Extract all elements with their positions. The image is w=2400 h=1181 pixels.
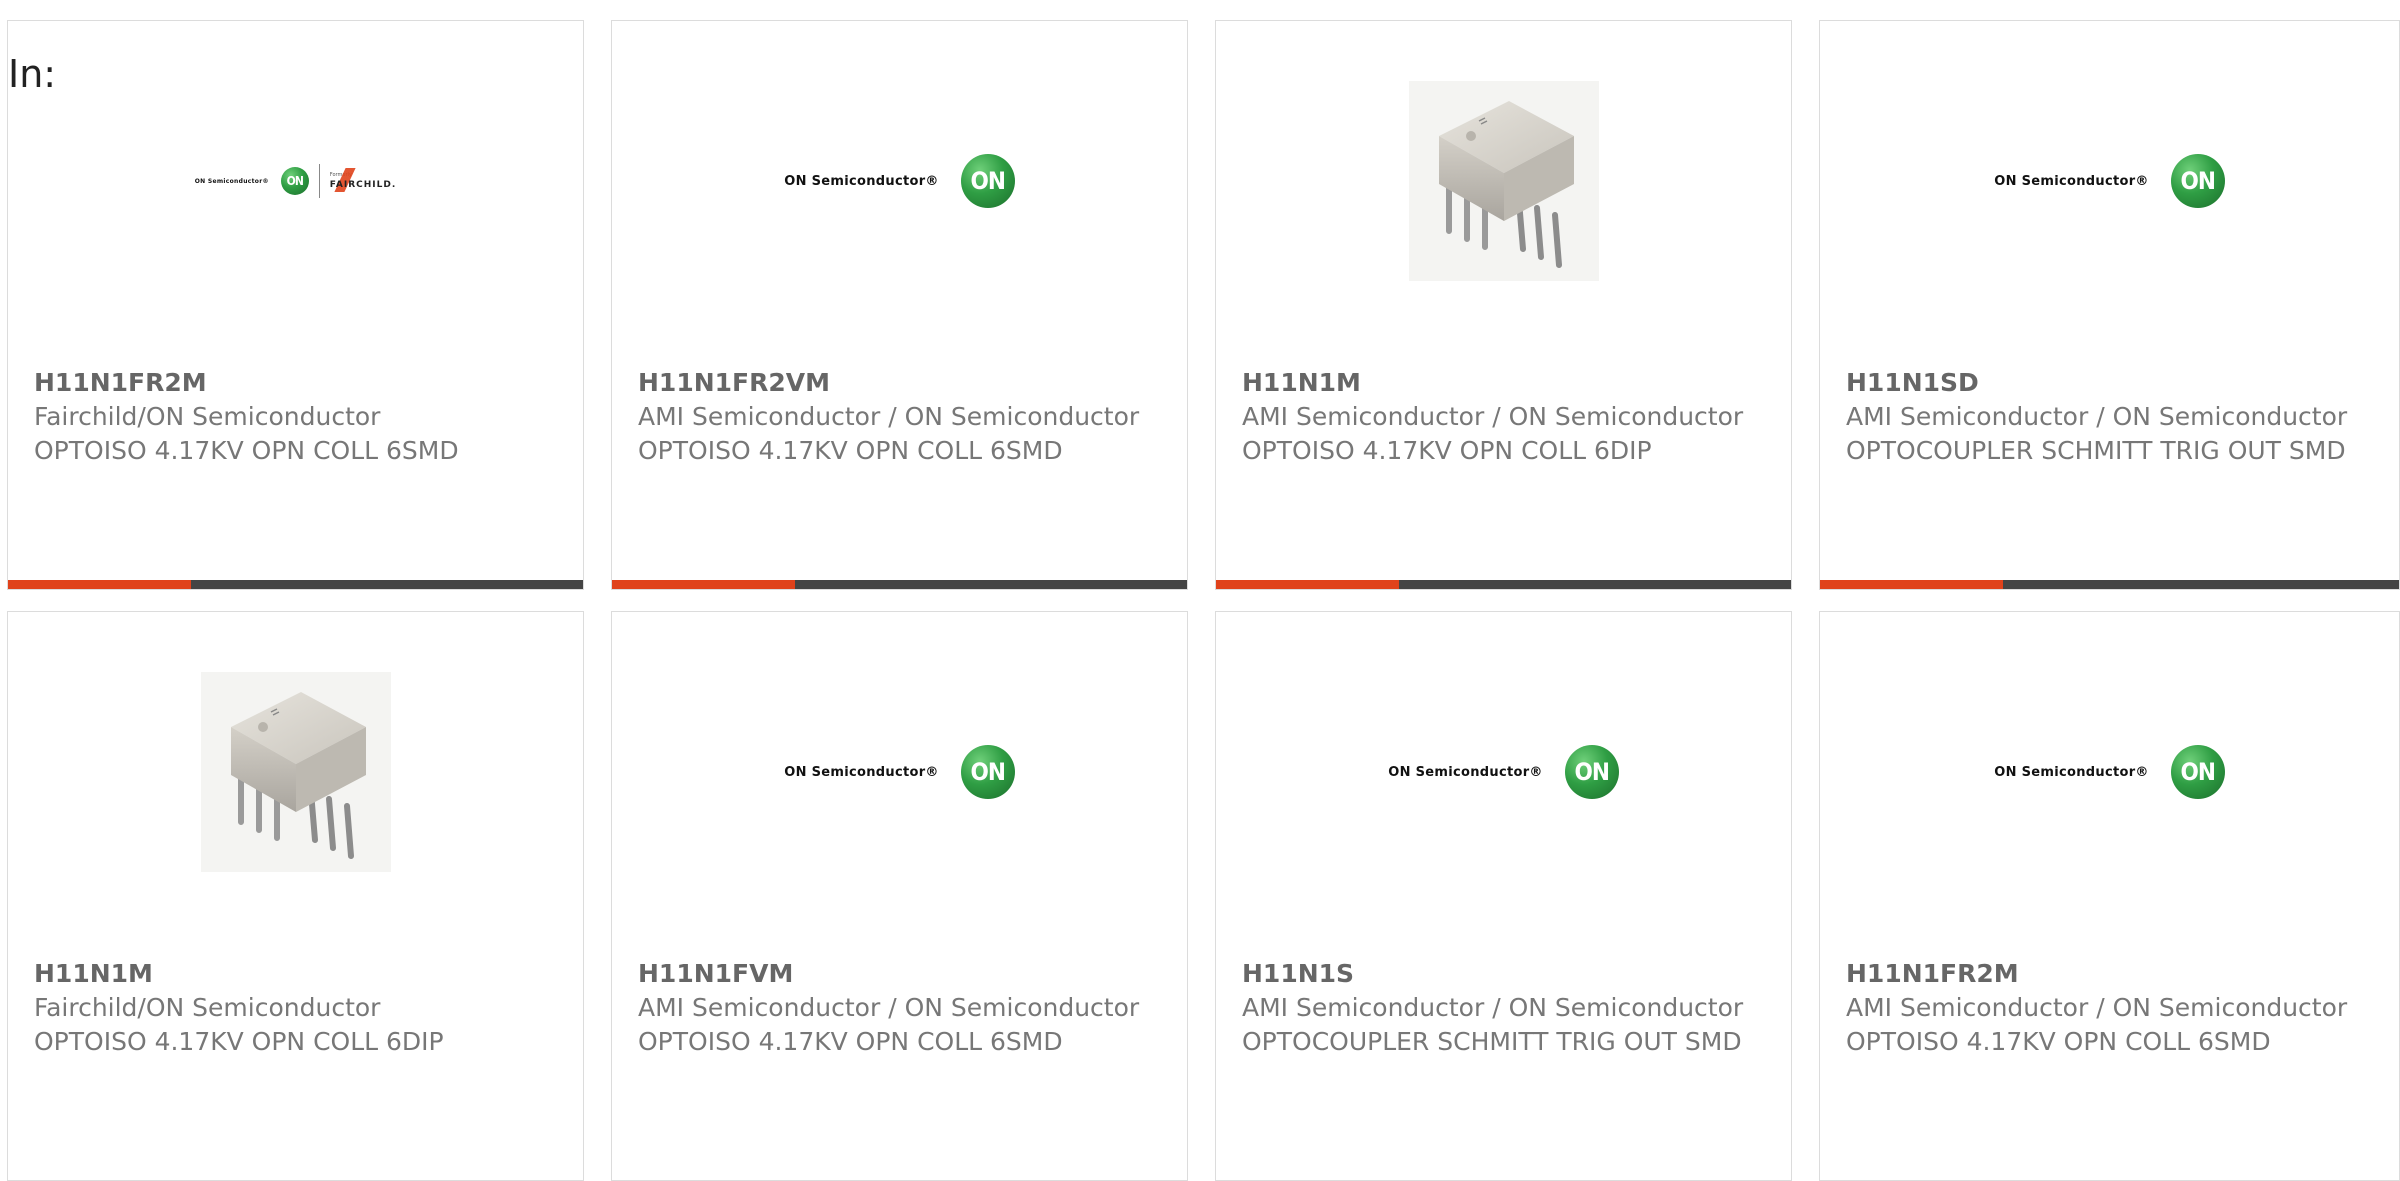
on-semiconductor-wordmark: ON Semiconductor® xyxy=(784,764,939,780)
fairchild-logo: FAIRCHILD. xyxy=(330,168,396,192)
on-badge-icon: ON xyxy=(960,154,1015,208)
on-semiconductor-wordmark: ON Semiconductor® xyxy=(194,177,269,185)
on-semiconductor-wordmark: ON Semiconductor® xyxy=(1388,764,1543,780)
product-image[interactable] xyxy=(8,672,583,872)
on-badge-icon: ON xyxy=(2170,745,2225,799)
description: OPTOISO 4.17KV OPN COLL 6SMD xyxy=(34,436,459,465)
product-card[interactable]: H11N1M Fairchild/ON Semiconductor OPTOIS… xyxy=(7,611,584,1181)
part-number[interactable]: H11N1M xyxy=(1242,366,1765,400)
manufacturer: Fairchild/ON Semiconductor xyxy=(34,402,381,431)
product-card[interactable]: ON Semiconductor® ON H11N1FR2M AMI Semic… xyxy=(1819,611,2400,1181)
on-semiconductor-logo: ON Semiconductor® ON xyxy=(784,154,1015,208)
part-number[interactable]: H11N1S xyxy=(1242,957,1765,991)
card-bottom-bar xyxy=(8,580,583,589)
product-image[interactable]: ON Semiconductor® ON Formerly FAIRCHILD. xyxy=(8,81,583,281)
product-image[interactable]: ON Semiconductor® ON xyxy=(612,81,1187,281)
on-badge-icon: ON xyxy=(960,745,1015,799)
on-semiconductor-wordmark: ON Semiconductor® xyxy=(1994,764,2149,780)
product-card[interactable]: ON Semiconductor® ON H11N1FVM AMI Semico… xyxy=(611,611,1188,1181)
product-card[interactable]: ON Semiconductor® ON Formerly FAIRCHILD.… xyxy=(7,20,584,590)
manufacturer: AMI Semiconductor / ON Semiconductor xyxy=(1242,402,1744,431)
part-number[interactable]: H11N1SD xyxy=(1846,366,2373,400)
dip6-package-photo xyxy=(200,672,391,872)
on-badge-icon: ON xyxy=(280,167,309,195)
on-badge-icon: ON xyxy=(1564,745,1619,799)
part-number[interactable]: H11N1FR2VM xyxy=(638,366,1161,400)
description: OPTOISO 4.17KV OPN COLL 6SMD xyxy=(638,1027,1063,1056)
description: OPTOISO 4.17KV OPN COLL 6DIP xyxy=(1242,436,1652,465)
product-image[interactable]: ON Semiconductor® ON xyxy=(612,672,1187,872)
product-card[interactable]: ON Semiconductor® ON H11N1SD AMI Semicon… xyxy=(1819,20,2400,590)
manufacturer: AMI Semiconductor / ON Semiconductor xyxy=(1846,402,2348,431)
manufacturer: AMI Semiconductor / ON Semiconductor xyxy=(638,402,1140,431)
dip6-package-photo xyxy=(1408,81,1599,281)
manufacturer: AMI Semiconductor / ON Semiconductor xyxy=(1846,993,2348,1022)
manufacturer: AMI Semiconductor / ON Semiconductor xyxy=(638,993,1140,1022)
on-semiconductor-wordmark: ON Semiconductor® xyxy=(784,173,939,189)
description: OPTOISO 4.17KV OPN COLL 6DIP xyxy=(34,1027,444,1056)
description: OPTOCOUPLER SCHMITT TRIG OUT SMD xyxy=(1846,436,2346,465)
on-semiconductor-wordmark: ON Semiconductor® xyxy=(1994,173,2149,189)
description: OPTOCOUPLER SCHMITT TRIG OUT SMD xyxy=(1242,1027,1742,1056)
description: OPTOISO 4.17KV OPN COLL 6SMD xyxy=(638,436,1063,465)
part-number[interactable]: H11N1FR2M xyxy=(1846,957,2373,991)
manufacturer: Fairchild/ON Semiconductor xyxy=(34,993,381,1022)
formerly-text: Formerly xyxy=(329,172,352,178)
product-grid: ON Semiconductor® ON Formerly FAIRCHILD.… xyxy=(7,20,2400,1181)
product-card[interactable]: H11N1M AMI Semiconductor / ON Semiconduc… xyxy=(1215,20,1792,590)
filter-label: In: xyxy=(8,52,57,96)
on-semiconductor-logo: ON Semiconductor® ON xyxy=(784,745,1015,799)
product-card[interactable]: ON Semiconductor® ON H11N1FR2VM AMI Semi… xyxy=(611,20,1188,590)
part-number[interactable]: H11N1FVM xyxy=(638,957,1161,991)
on-badge-icon: ON xyxy=(2170,154,2225,208)
product-image[interactable]: ON Semiconductor® ON xyxy=(1820,672,2399,872)
card-bottom-bar xyxy=(1216,580,1791,589)
part-number[interactable]: H11N1M xyxy=(34,957,557,991)
product-card[interactable]: ON Semiconductor® ON H11N1S AMI Semicond… xyxy=(1215,611,1792,1181)
card-bottom-bar xyxy=(1820,580,2399,589)
product-image[interactable] xyxy=(1216,81,1791,281)
product-image[interactable]: ON Semiconductor® ON xyxy=(1216,672,1791,872)
on-semiconductor-logo: ON Semiconductor® ON xyxy=(1994,745,2225,799)
on-semiconductor-logo: ON Semiconductor® ON xyxy=(1994,154,2225,208)
card-bottom-bar xyxy=(612,580,1187,589)
description: OPTOISO 4.17KV OPN COLL 6SMD xyxy=(1846,1027,2271,1056)
part-number[interactable]: H11N1FR2M xyxy=(34,366,557,400)
product-image[interactable]: ON Semiconductor® ON xyxy=(1820,81,2399,281)
manufacturer: AMI Semiconductor / ON Semiconductor xyxy=(1242,993,1744,1022)
logo-divider xyxy=(318,164,320,198)
on-semiconductor-logo: ON Semiconductor® ON xyxy=(1388,745,1619,799)
on-fairchild-logo: ON Semiconductor® ON Formerly FAIRCHILD. xyxy=(195,164,397,198)
